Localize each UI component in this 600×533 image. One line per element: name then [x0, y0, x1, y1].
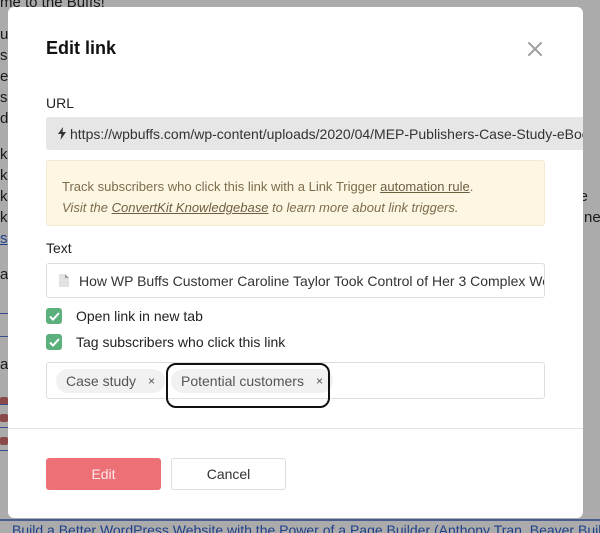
background-icon: [0, 414, 8, 422]
background-fragment: k: [0, 188, 8, 205]
url-value: https://wpbuffs.com/wp-content/uploads/2…: [70, 125, 583, 142]
edit-link-modal: Edit link URL https://wpbuffs.com/wp-con…: [8, 7, 583, 518]
background-icon: [0, 437, 8, 445]
link-text-input[interactable]: How WP Buffs Customer Caroline Taylor To…: [46, 263, 545, 298]
tag-subscribers-label: Tag subscribers who click this link: [76, 334, 286, 350]
cancel-button[interactable]: Cancel: [171, 458, 286, 490]
background-fragment: k: [0, 167, 8, 184]
background-fragment: k: [0, 209, 8, 226]
footer-divider: [8, 428, 583, 429]
document-icon: [59, 274, 69, 287]
open-new-tab-label: Open link in new tab: [76, 308, 203, 324]
url-field[interactable]: https://wpbuffs.com/wp-content/uploads/2…: [46, 117, 583, 150]
link-trigger-notice: Track subscribers who click this link wi…: [46, 160, 545, 226]
tag-subscribers-checkbox[interactable]: [46, 334, 62, 350]
knowledgebase-link[interactable]: ConvertKit Knowledgebase: [112, 200, 269, 215]
background-link[interactable]: s: [0, 230, 8, 247]
lightning-bolt-icon: [58, 127, 66, 140]
close-button[interactable]: [526, 40, 544, 58]
close-icon: [528, 42, 542, 56]
background-fragment: ne: [584, 209, 600, 226]
open-new-tab-checkbox[interactable]: [46, 308, 62, 324]
url-label: URL: [46, 95, 75, 111]
edit-button[interactable]: Edit: [46, 458, 161, 490]
modal-title: Edit link: [46, 38, 117, 58]
background-fragment: s: [0, 89, 8, 106]
tag-chip: Potential customers ×: [171, 369, 333, 393]
remove-tag-icon[interactable]: ×: [148, 374, 155, 388]
notice-text: to learn more about link triggers.: [268, 200, 459, 215]
checkmark-icon: [48, 337, 60, 347]
tag-label: Case study: [66, 373, 137, 389]
notice-text: .: [469, 179, 474, 194]
open-new-tab-checkbox-row[interactable]: Open link in new tab: [46, 308, 203, 324]
link-text-value: How WP Buffs Customer Caroline Taylor To…: [79, 272, 545, 289]
background-bottom-link[interactable]: Build a Better WordPress Website with th…: [0, 522, 600, 533]
automation-rule-link[interactable]: automation rule: [380, 179, 470, 194]
tag-chip: Case study ×: [56, 369, 166, 393]
tag-label: Potential customers: [181, 373, 304, 389]
notice-text: Visit the: [62, 200, 112, 215]
background-fragment: s: [0, 47, 8, 64]
remove-tag-icon[interactable]: ×: [316, 374, 323, 388]
checkmark-icon: [48, 311, 60, 321]
tags-input[interactable]: Case study × Potential customers ×: [46, 362, 545, 399]
notice-line-2: Visit the ConvertKit Knowledgebase to le…: [62, 197, 544, 218]
notice-line-1: Track subscribers who click this link wi…: [62, 176, 544, 197]
text-label: Text: [46, 240, 72, 256]
background-divider: [0, 519, 600, 521]
notice-text: Track subscribers who click this link wi…: [62, 179, 381, 194]
background-fragment: k: [0, 146, 8, 163]
tag-subscribers-checkbox-row[interactable]: Tag subscribers who click this link: [46, 334, 285, 350]
